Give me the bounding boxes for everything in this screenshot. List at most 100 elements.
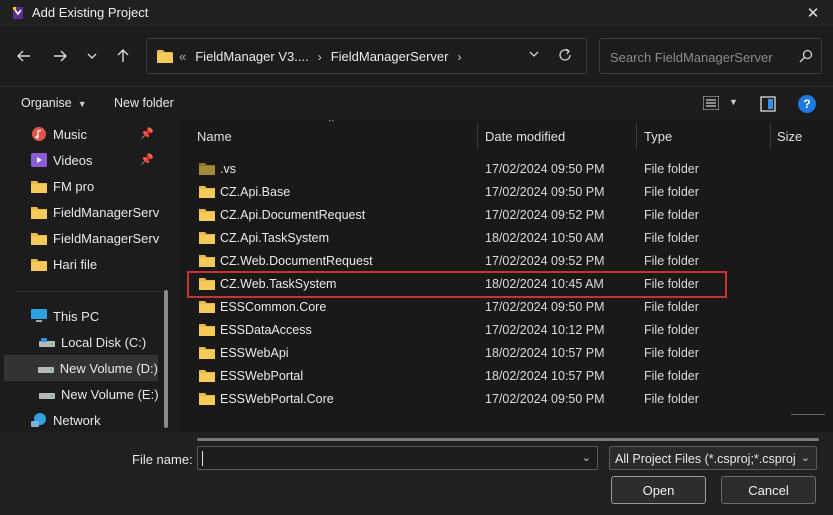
file-name-input[interactable]: ⌄ [197,446,598,470]
search-box[interactable]: Search FieldManagerServer [599,38,822,74]
sidebar-item-hari-file[interactable]: Hari file [0,251,170,277]
file-row[interactable]: ESSWebApi 18/02/2024 10:57 PM File folder [189,342,725,365]
column-header-label: Size [777,128,803,144]
file-row[interactable]: ESSWebPortal 18/02/2024 10:57 PM File fold… [189,365,725,388]
sidebar-item-new-volume-e[interactable]: New Volume (E:) [0,381,170,407]
help-button[interactable]: ? [798,95,816,113]
recent-locations-button[interactable] [80,44,104,68]
sidebar-item-label: FieldManagerServ [53,230,160,246]
network-icon [30,412,48,428]
file-date: 17/02/2024 09:52 PM [485,208,605,222]
file-date: 18/02/2024 10:57 PM [485,369,605,383]
file-type-select[interactable]: All Project Files (*.csproj;*.csproj ⌄ [609,446,817,470]
chevron-down-icon [87,53,97,59]
preview-pane-button[interactable] [760,96,776,115]
chevron-down-icon[interactable]: ⌄ [582,451,591,464]
chevron-right-icon[interactable]: › [318,50,322,64]
sidebar-item-music[interactable]: Music 📌 [0,121,170,147]
refresh-button[interactable] [557,47,577,67]
organise-menu[interactable]: Organise ▼ [21,96,87,110]
sidebar-item-this-pc[interactable]: This PC [0,303,170,329]
column-header-size[interactable]: Size [777,120,827,152]
column-divider[interactable] [636,122,637,150]
sidebar-item-fieldmanagerserv-2[interactable]: FieldManagerServ [0,225,170,251]
sidebar-item-label: Videos [53,152,93,168]
column-header-type[interactable]: Type [644,120,764,152]
file-row[interactable]: ESSWebPortal.Core 17/02/2024 09:50 PM File… [189,388,725,411]
address-dropdown-button[interactable] [528,48,542,64]
organise-label: Organise [21,96,72,110]
chevron-down-icon[interactable]: ⌄ [801,451,810,464]
new-folder-button[interactable]: New folder [114,96,174,110]
arrow-up-icon [117,49,129,62]
cancel-button[interactable]: Cancel [721,476,816,504]
file-date: 17/02/2024 09:50 PM [485,185,605,199]
file-name: ESSCommon.Core [220,300,327,314]
open-button[interactable]: Open [611,476,706,504]
column-header-label: Name [197,128,232,144]
video-icon [30,152,48,168]
file-date: 17/02/2024 10:12 PM [485,323,605,337]
computer-icon [30,308,48,324]
sidebar-item-fm-pro[interactable]: FM pro [0,173,170,199]
back-button[interactable] [12,44,36,68]
pin-icon: 📌 [140,128,154,140]
file-name: CZ.Api.Base [220,185,291,199]
file-row[interactable]: CZ.Api.Base 17/02/2024 09:50 PM File folde… [189,181,725,204]
file-name: CZ.Api.DocumentRequest [220,208,366,222]
file-type: File folder [644,277,699,291]
sidebar-item-local-disk-c[interactable]: Local Disk (C:) [0,329,170,355]
sidebar-item-network[interactable]: Network [0,407,170,432]
caret-down-icon[interactable]: ▼ [729,97,738,107]
file-row[interactable]: ESSDataAccess 17/02/2024 10:12 PM File fol… [189,319,725,342]
caret-down-icon: ▼ [77,99,87,109]
close-button[interactable]: ✕ [793,0,833,26]
file-name: CZ.Api.TaskSystem [220,231,330,245]
file-date: 17/02/2024 09:52 PM [485,254,605,268]
sidebar-item-label: New Volume (E:) [61,386,159,402]
file-name: .vs [220,162,236,176]
address-bar[interactable]: « FieldManager V3.... › FieldManagerServ… [146,38,587,74]
preview-pane-icon [760,96,776,112]
breadcrumb-fieldmanagerserver[interactable]: FieldManagerServer [331,49,449,64]
file-name: CZ.Web.DocumentRequest [220,254,373,268]
folder-icon [30,204,48,220]
file-row[interactable]: CZ.Api.DocumentRequest 17/02/2024 09:52 P… [189,204,725,227]
file-row[interactable]: CZ.Api.TaskSystem 18/02/2024 10:50 AM File… [189,227,725,250]
column-header-name[interactable]: Name [197,120,477,152]
column-header-date[interactable]: Date modified [485,120,635,152]
sidebar-item-fieldmanagerserv-1[interactable]: FieldManagerServ [0,199,170,225]
refresh-icon [559,48,571,61]
file-row[interactable]: .vs 17/02/2024 09:50 PM File folder [189,158,725,181]
forward-button[interactable] [48,44,72,68]
file-type: File folder [644,392,699,406]
column-divider[interactable] [477,122,478,150]
folder-icon [199,254,215,270]
overflow-crumb[interactable]: « [179,49,186,64]
folder-icon [30,230,48,246]
sidebar-item-label: Music [53,126,87,142]
file-date: 17/02/2024 09:50 PM [485,392,605,406]
file-name: ESSWebPortal.Core [220,392,334,406]
sidebar-divider [14,291,164,292]
file-date: 18/02/2024 10:57 PM [485,346,605,360]
view-options-button[interactable] [702,95,720,113]
pin-icon: 📌 [140,154,154,166]
sidebar-item-videos[interactable]: Videos 📌 [0,147,170,173]
visual-studio-icon [10,5,26,21]
arrow-right-icon [54,50,67,62]
column-header-label: Type [644,128,673,144]
file-row[interactable]: CZ.Web.DocumentRequest 17/02/2024 09:52 P… [189,250,725,273]
search-icon[interactable] [799,49,813,66]
file-row[interactable]: CZ.Web.TaskSystem 18/02/2024 10:45 AM File… [187,271,727,298]
file-type: File folder [644,185,699,199]
column-divider[interactable] [770,122,771,150]
sidebar-item-new-volume-d[interactable]: New Volume (D:) [4,355,158,381]
file-row[interactable]: ESSCommon.Core 17/02/2024 09:50 PM File fo… [189,296,725,319]
horizontal-scrollbar[interactable] [197,438,819,441]
breadcrumb-fieldmanager[interactable]: FieldManager V3.... [195,49,308,64]
chevron-right-icon[interactable]: › [457,50,461,64]
file-date: 18/02/2024 10:50 AM [485,231,604,245]
up-button[interactable] [111,44,135,68]
chevron-down-icon [529,51,539,57]
